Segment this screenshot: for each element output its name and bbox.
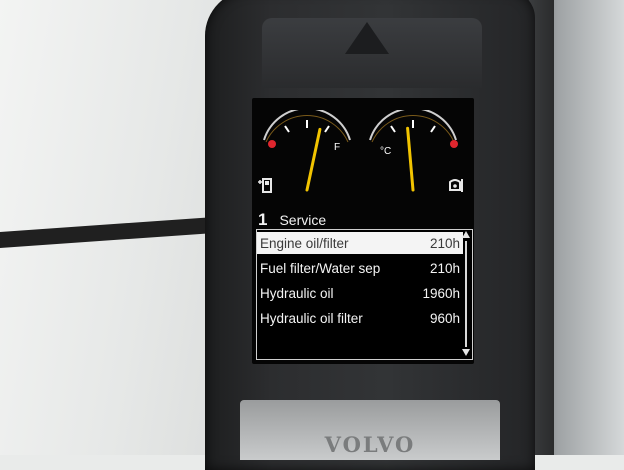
coolant-warning-dot	[450, 140, 458, 148]
service-item-fuel-filter-water-sep[interactable]: Fuel filter/Water sep 210h	[257, 257, 463, 279]
fuel-warning-dot	[268, 140, 276, 148]
fuel-gauge: F	[263, 110, 351, 192]
fuel-pump-icon	[258, 178, 272, 193]
service-item-hours: 210h	[429, 260, 460, 276]
brand-logo: VOLVO	[324, 432, 416, 457]
scroll-down-arrow-icon[interactable]	[462, 349, 470, 356]
service-item-hours: 210h	[429, 235, 460, 251]
housing-notch	[345, 22, 389, 54]
coolant-gauge: °C	[369, 110, 458, 192]
service-title: Service	[279, 212, 327, 228]
service-item-name: Hydraulic oil	[260, 285, 334, 301]
fuel-needle	[305, 127, 322, 192]
service-item-hydraulic-oil-filter[interactable]: Hydraulic oil filter 960h	[257, 307, 463, 329]
service-item-engine-oil-filter[interactable]: Engine oil/filter 210h	[257, 232, 463, 254]
service-item-name: Hydraulic oil filter	[260, 310, 363, 326]
coolant-unit: °C	[380, 146, 391, 157]
service-item-hours: 960h	[429, 310, 460, 326]
service-wrench-icon: 1	[258, 210, 268, 229]
service-item-hours: 1960h	[422, 285, 460, 301]
gauges-area: F °C	[258, 110, 463, 193]
service-list-scrollbar[interactable]	[462, 231, 470, 357]
oil-can-icon	[449, 179, 463, 192]
service-list[interactable]: Engine oil/filter 210h Fuel filter/Water…	[256, 229, 473, 360]
service-item-hydraulic-oil[interactable]: Hydraulic oil 1960h	[257, 282, 463, 304]
scroll-up-arrow-icon[interactable]	[462, 231, 470, 238]
svg-text:F: F	[334, 142, 340, 153]
coolant-needle	[406, 126, 415, 192]
service-item-name: Engine oil/filter	[260, 235, 349, 251]
service-header: 1 Service	[258, 209, 326, 231]
scroll-track[interactable]	[465, 241, 467, 347]
service-item-name: Fuel filter/Water sep	[260, 260, 381, 276]
